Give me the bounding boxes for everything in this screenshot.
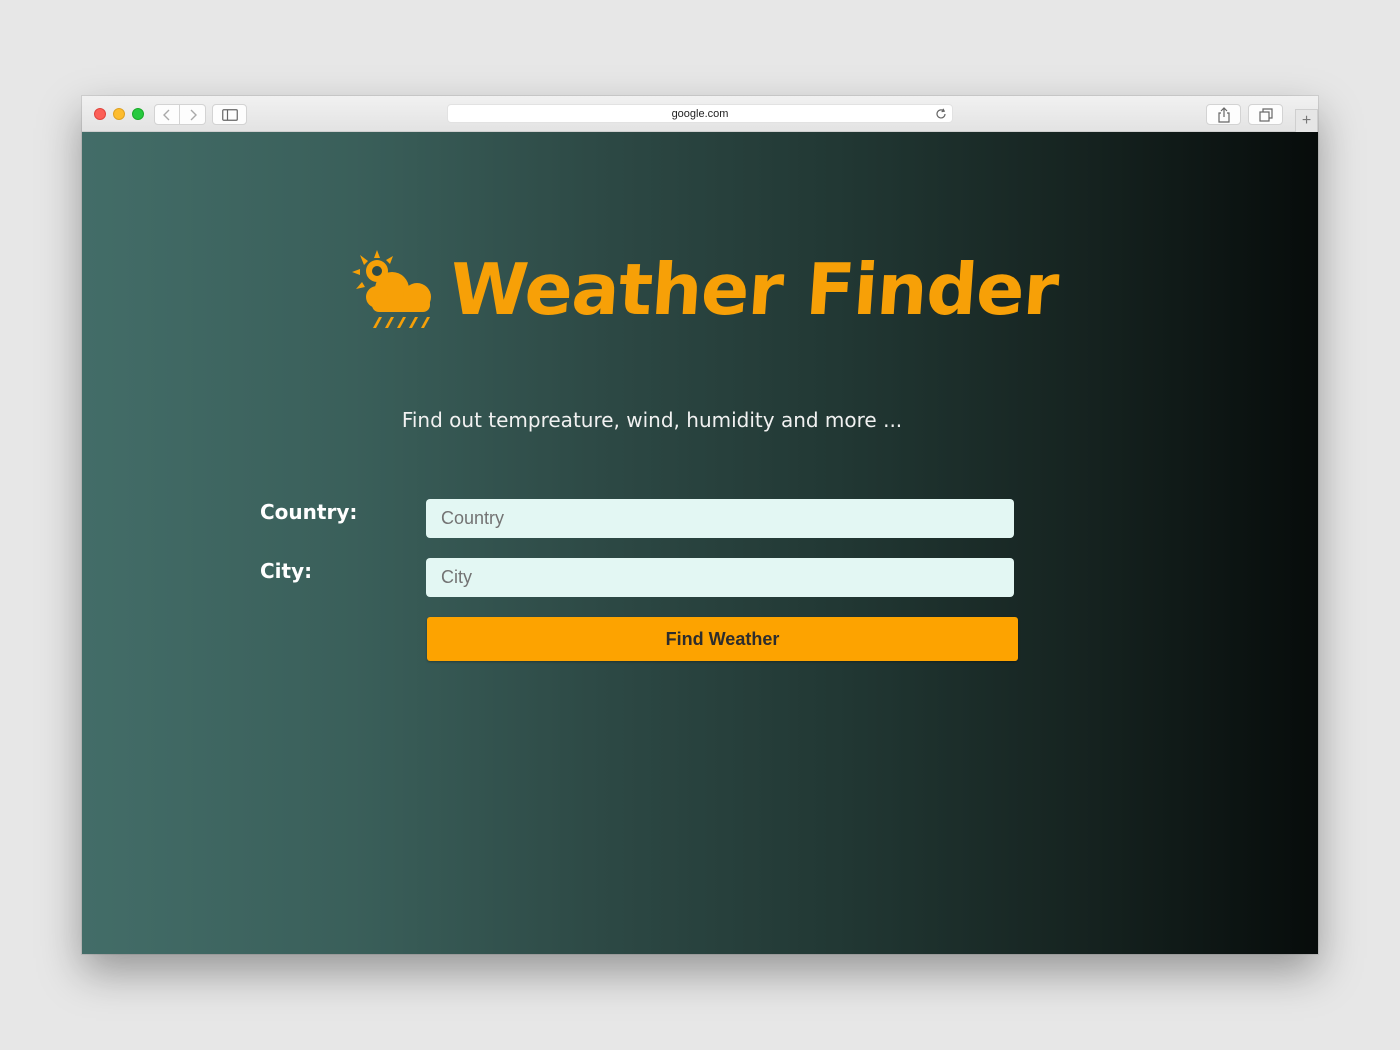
share-icon xyxy=(1217,106,1230,123)
brand-header: Weather Finder xyxy=(346,244,1061,334)
share-button[interactable] xyxy=(1206,104,1241,125)
chevron-left-icon xyxy=(163,109,170,120)
minimize-window-button[interactable] xyxy=(113,108,125,120)
show-tabs-button[interactable] xyxy=(1248,104,1283,125)
address-url: google.com xyxy=(671,107,729,120)
tagline: Find out tempreature, wind, humidity and… xyxy=(401,408,903,432)
plus-icon: + xyxy=(1301,112,1312,129)
navigation-buttons xyxy=(154,104,206,125)
sidebar-toggle-button[interactable] xyxy=(212,104,247,125)
reload-icon[interactable] xyxy=(934,107,948,121)
find-weather-button[interactable]: Find Weather xyxy=(427,617,1018,661)
close-window-button[interactable] xyxy=(94,108,106,120)
city-input[interactable] xyxy=(426,558,1014,597)
chevron-right-icon xyxy=(190,109,197,120)
browser-toolbar: google.com + xyxy=(82,96,1318,132)
zoom-window-button[interactable] xyxy=(132,108,144,120)
address-bar[interactable]: google.com xyxy=(447,104,953,123)
back-button[interactable] xyxy=(154,104,180,125)
sun-cloud-rain-icon xyxy=(352,250,431,328)
country-input[interactable] xyxy=(426,499,1014,538)
new-tab-button[interactable]: + xyxy=(1295,109,1318,132)
city-label: City: xyxy=(260,559,313,583)
forward-button[interactable] xyxy=(180,104,206,125)
browser-window: google.com + Weather Finder Find out tem… xyxy=(82,96,1318,954)
sidebar-icon xyxy=(221,108,238,121)
country-label: Country: xyxy=(260,500,358,524)
page-viewport: Weather Finder Find out tempreature, win… xyxy=(82,132,1318,954)
tabs-icon xyxy=(1258,107,1273,122)
page-title: Weather Finder xyxy=(447,247,1061,331)
